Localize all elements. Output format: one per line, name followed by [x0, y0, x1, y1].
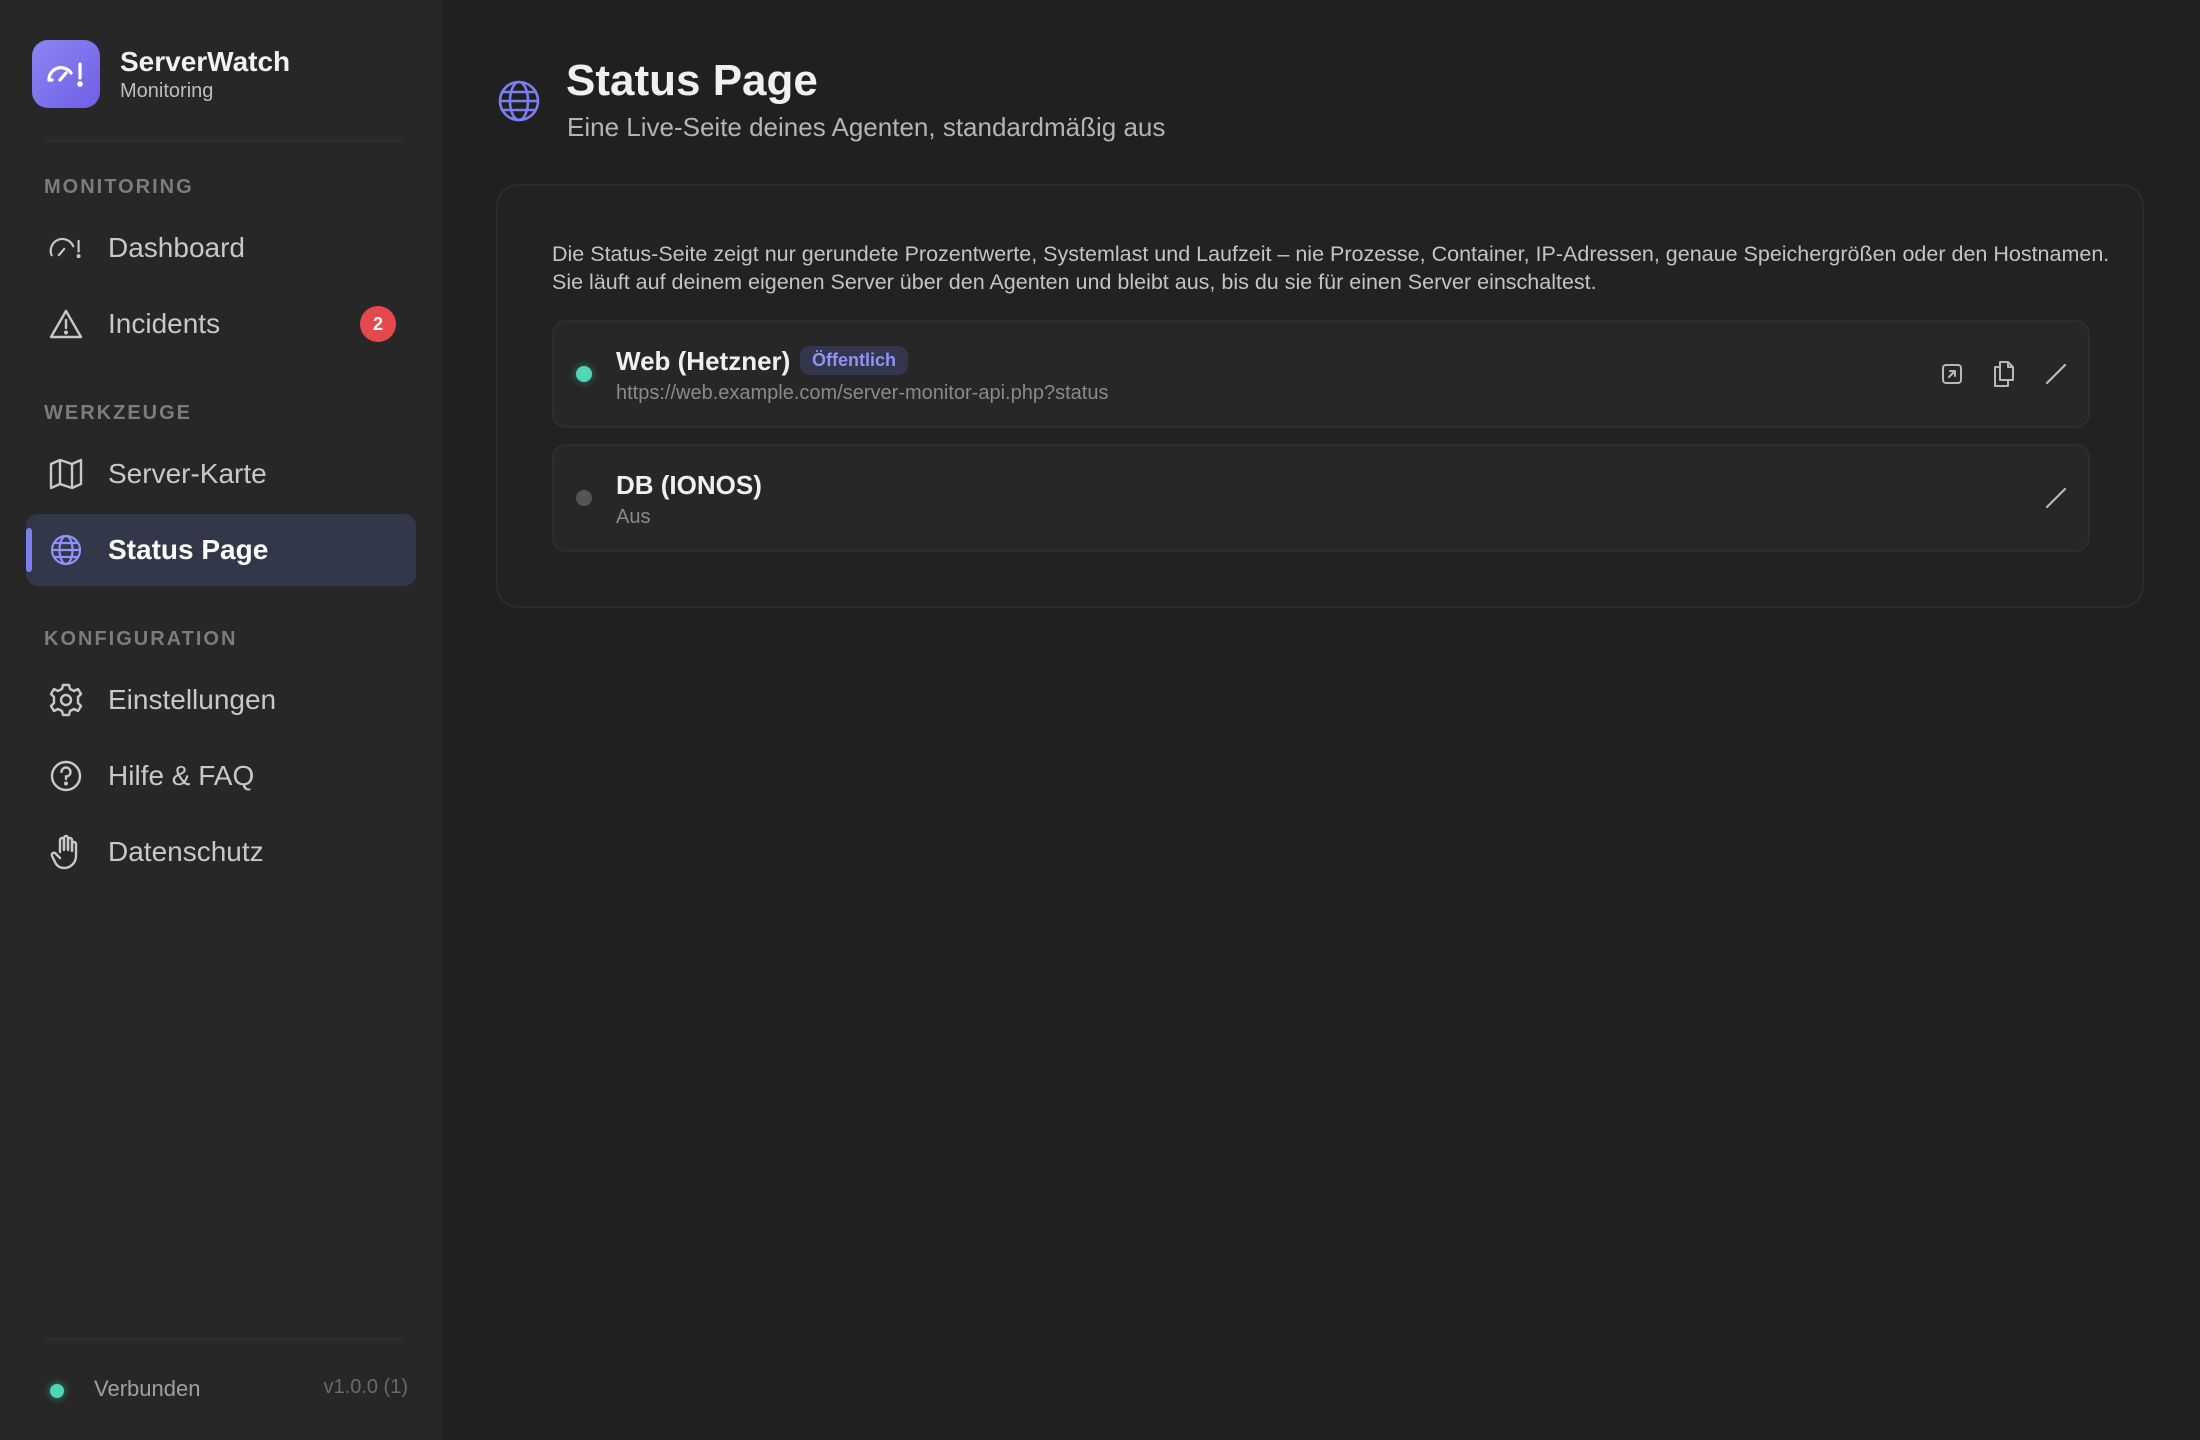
status-dot: [576, 366, 592, 382]
globe-icon: [48, 532, 84, 568]
sidebar-item-label: Datenschutz: [108, 836, 264, 867]
sidebar-item-label: Dashboard: [108, 232, 245, 263]
sidebar-item-hilfe-faq[interactable]: Hilfe & FAQ: [26, 740, 416, 812]
sidebar-item-server-karte[interactable]: Server-Karte: [26, 438, 416, 510]
server-row[interactable]: DB (IONOS) Aus: [552, 444, 2090, 552]
app-version: v1.0.0 (1): [323, 1376, 408, 1398]
hand-icon: [48, 834, 84, 870]
copy-icon[interactable]: [1984, 354, 2024, 394]
map-icon: [48, 456, 84, 492]
sidebar: ServerWatch Monitoring MONITORING Dashbo…: [0, 0, 442, 1440]
sidebar-item-label: Hilfe & FAQ: [108, 760, 255, 791]
public-badge: Öffentlich: [800, 346, 908, 375]
server-name: DB (IONOS): [616, 470, 762, 500]
app-logo-icon: [32, 40, 100, 108]
server-url: https://web.example.com/server-monitor-a…: [616, 382, 1109, 404]
server-status: Aus: [616, 506, 651, 528]
divider: [44, 1338, 404, 1340]
section-label-werkzeuge: WERKZEUGE: [44, 402, 192, 424]
sidebar-item-label: Incidents: [108, 308, 221, 339]
edit-icon[interactable]: [2036, 478, 2076, 518]
server-row[interactable]: Web (Hetzner) Öffentlich https://web.exa…: [552, 320, 2090, 428]
edit-icon[interactable]: [2036, 354, 2076, 394]
sidebar-item-label: Server-Karte: [108, 458, 267, 489]
app-subtitle: Monitoring: [120, 80, 214, 102]
section-label-monitoring: MONITORING: [44, 176, 194, 198]
connection-status-dot: [50, 1384, 64, 1398]
brand: ServerWatch Monitoring: [32, 40, 290, 108]
card-description: Die Status-Seite zeigt nur gerundete Pro…: [552, 242, 2110, 294]
globe-icon: [496, 78, 542, 124]
help-icon: [48, 758, 84, 794]
divider: [44, 140, 404, 142]
server-name: Web (Hetzner): [616, 346, 791, 376]
sidebar-item-label: Status Page: [108, 534, 269, 565]
section-label-konfiguration: KONFIGURATION: [44, 628, 238, 650]
status-page-card: Die Status-Seite zeigt nur gerundete Pro…: [496, 184, 2144, 608]
page-title: Status Page: [566, 56, 818, 105]
incident-count-badge: 2: [360, 306, 396, 342]
connection-status: Verbunden: [94, 1376, 201, 1401]
sidebar-item-einstellungen[interactable]: Einstellungen: [26, 664, 416, 736]
status-dot: [576, 490, 592, 506]
gauge-icon: [48, 230, 84, 266]
app-name: ServerWatch: [120, 46, 291, 77]
sidebar-item-dashboard[interactable]: Dashboard: [26, 212, 416, 284]
warning-icon: [48, 306, 84, 342]
sidebar-item-incidents[interactable]: Incidents 2: [26, 288, 416, 360]
open-external-icon[interactable]: [1932, 354, 1972, 394]
sidebar-item-datenschutz[interactable]: Datenschutz: [26, 816, 416, 888]
sidebar-item-label: Einstellungen: [108, 684, 277, 715]
gear-icon: [48, 682, 84, 718]
page-subtitle: Eine Live-Seite deines Agenten, standard…: [567, 112, 1166, 142]
sidebar-item-status-page[interactable]: Status Page: [26, 514, 416, 586]
